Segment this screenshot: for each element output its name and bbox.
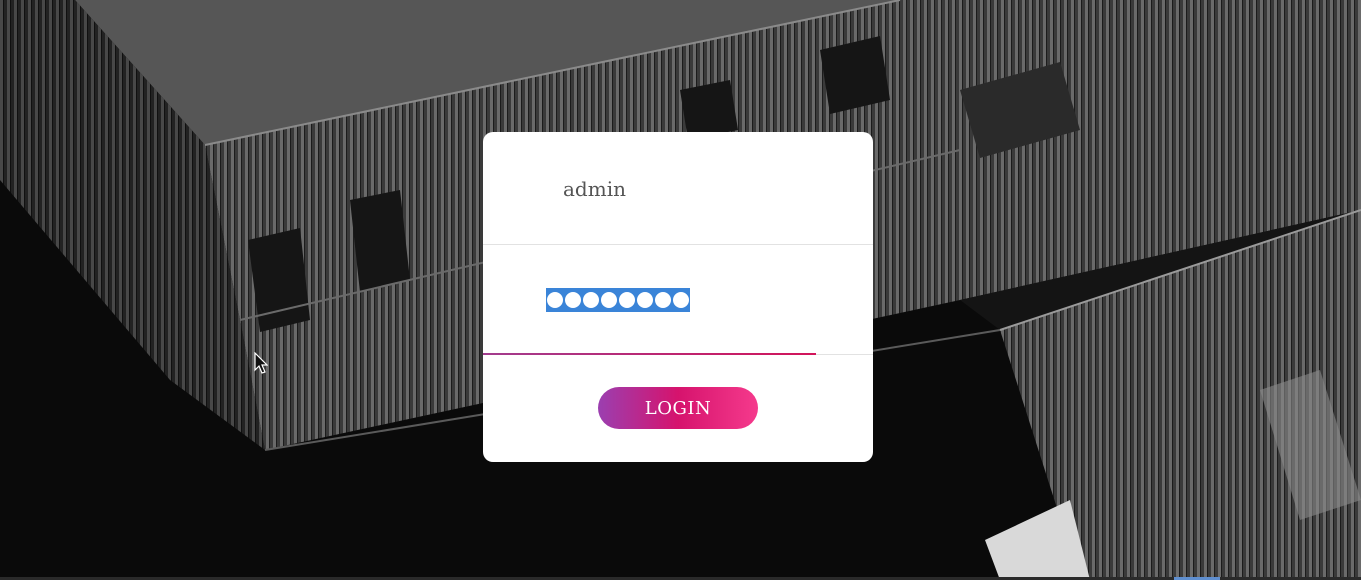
login-button[interactable]: LOGIN [598, 387, 758, 429]
password-input[interactable] [546, 288, 690, 312]
password-focus-underline [483, 353, 816, 355]
password-mask-dot [547, 292, 563, 308]
login-card: LOGIN [483, 132, 873, 462]
username-input[interactable] [563, 177, 823, 201]
password-field[interactable] [483, 245, 873, 355]
password-mask-dot [601, 292, 617, 308]
password-mask-dot [583, 292, 599, 308]
mouse-pointer-icon [254, 352, 268, 374]
password-mask-dot [673, 292, 689, 308]
username-field[interactable] [483, 132, 873, 245]
password-mask-dot [637, 292, 653, 308]
password-mask-dot [655, 292, 671, 308]
password-mask-dot [619, 292, 635, 308]
password-mask-dot [565, 292, 581, 308]
